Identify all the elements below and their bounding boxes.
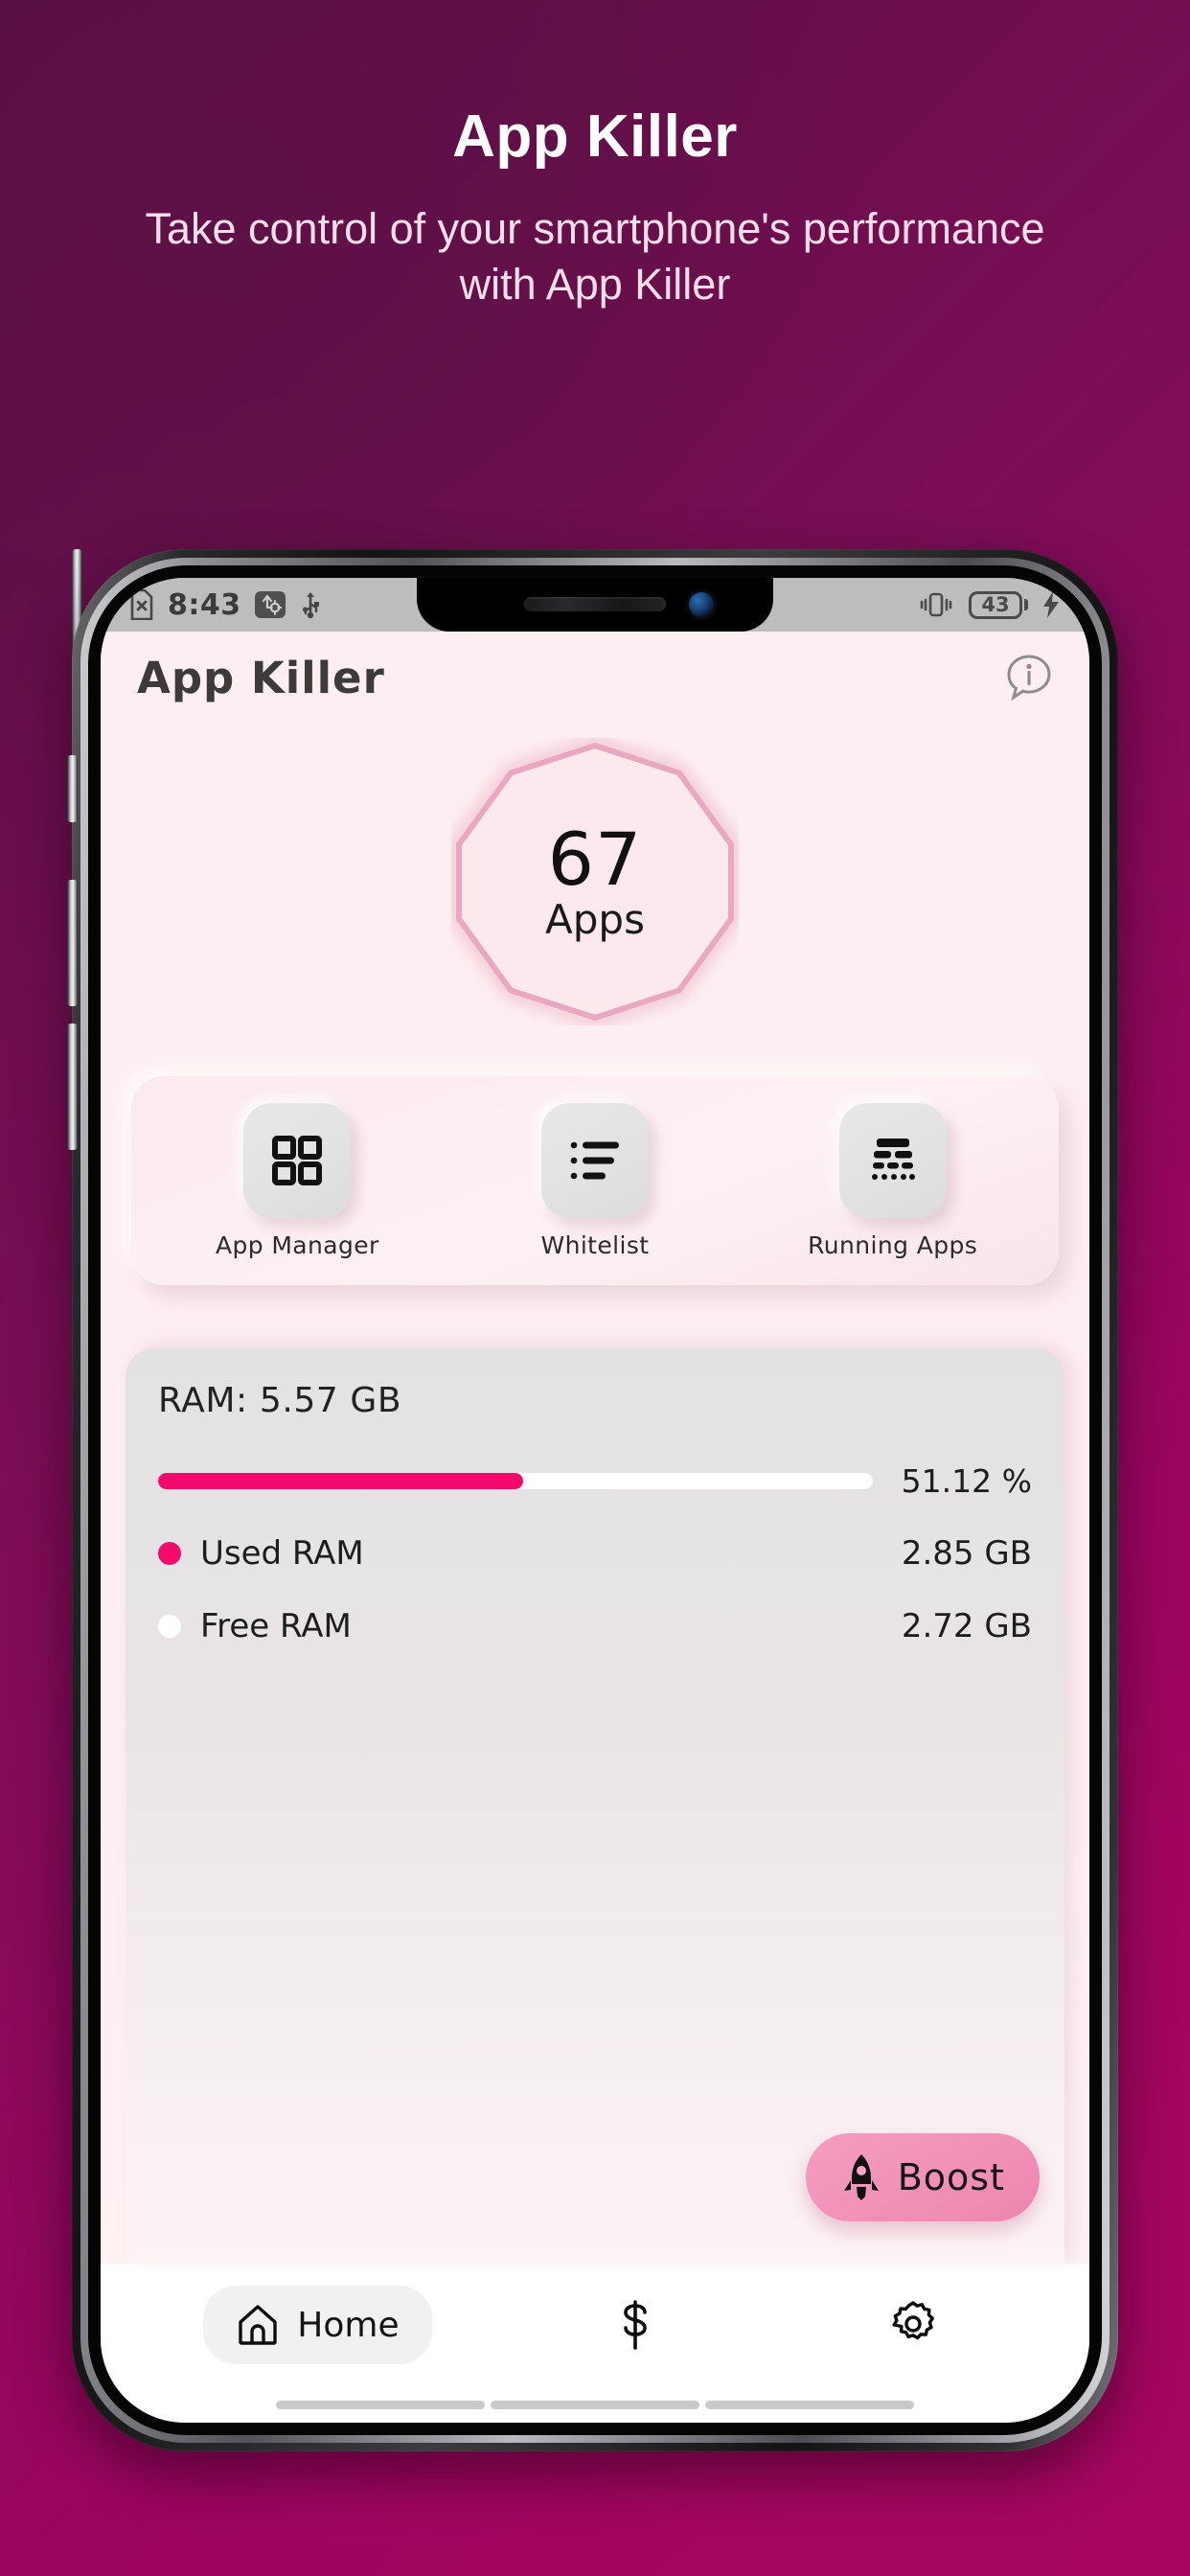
front-camera-icon bbox=[689, 592, 714, 617]
action-label-app-manager: App Manager bbox=[215, 1230, 379, 1259]
app-count-value: 67 bbox=[547, 816, 643, 902]
used-ram-label: Used RAM bbox=[200, 1534, 364, 1573]
nav-bar-home[interactable] bbox=[491, 2400, 699, 2409]
app-count-badge[interactable]: 67 Apps bbox=[451, 738, 739, 1025]
earpiece-speaker bbox=[524, 597, 666, 611]
action-app-manager[interactable]: App Manager bbox=[206, 1102, 388, 1259]
phone-notch bbox=[417, 578, 773, 632]
charging-bolt-icon bbox=[1043, 591, 1059, 618]
action-running-apps[interactable]: Running Apps bbox=[802, 1102, 984, 1259]
no-sim-icon bbox=[130, 589, 153, 620]
volume-up-button[interactable] bbox=[67, 880, 78, 1006]
bullet-list-icon bbox=[570, 1141, 619, 1179]
ram-percent-label: 51.12 % bbox=[901, 1462, 1032, 1500]
ram-progress-track bbox=[158, 1473, 873, 1489]
phone-screen: 8:43 43 App Killer 67 Apps App Manager W… bbox=[101, 578, 1089, 2423]
ram-usage-bar-row: 51.12 % bbox=[158, 1462, 1032, 1500]
quick-actions-card: App Manager Whitelist Running Apps bbox=[131, 1076, 1059, 1285]
usb-debug-icon bbox=[254, 591, 286, 618]
nav-label-home: Home bbox=[297, 2305, 400, 2345]
battery-level-label: 43 bbox=[981, 593, 1010, 616]
nav-item-home[interactable]: Home bbox=[203, 2286, 432, 2364]
action-label-whitelist: Whitelist bbox=[540, 1230, 650, 1259]
ram-row-used: Used RAM 2.85 GB bbox=[158, 1534, 1032, 1573]
ram-row-free: Free RAM 2.72 GB bbox=[158, 1607, 1032, 1645]
action-whitelist[interactable]: Whitelist bbox=[504, 1102, 686, 1259]
whitelist-icon-tile bbox=[540, 1102, 649, 1218]
gear-icon bbox=[892, 2301, 934, 2340]
used-ram-value: 2.85 GB bbox=[901, 1534, 1032, 1573]
promo-title: App Killer bbox=[452, 104, 738, 170]
volume-down-button[interactable] bbox=[67, 1024, 78, 1150]
status-bar-left: 8:43 bbox=[129, 588, 322, 622]
usb-icon bbox=[302, 592, 319, 619]
ram-total-label: RAM: 5.57 GB bbox=[158, 1381, 402, 1420]
android-navigation-bars[interactable] bbox=[101, 2386, 1089, 2423]
nav-item-pricing[interactable] bbox=[584, 2282, 704, 2368]
nav-item-settings[interactable] bbox=[857, 2284, 987, 2366]
battery-icon: 43 bbox=[969, 590, 1028, 619]
info-bubble-icon bbox=[1007, 655, 1051, 702]
app-count-label: Apps bbox=[545, 896, 645, 943]
dollar-icon bbox=[624, 2300, 647, 2350]
used-ram-dot-icon bbox=[158, 1542, 181, 1565]
free-ram-dot-icon bbox=[158, 1615, 181, 1638]
stacked-list-icon bbox=[871, 1138, 915, 1180]
app-counter-section: 67 Apps bbox=[101, 724, 1089, 1040]
nav-bar-back[interactable] bbox=[276, 2400, 485, 2409]
promo-header: App Killer Take control of your smartpho… bbox=[0, 0, 1190, 311]
mute-switch-button[interactable] bbox=[67, 755, 78, 822]
home-icon bbox=[239, 2305, 277, 2345]
action-label-running-apps: Running Apps bbox=[808, 1230, 978, 1259]
app-manager-icon-tile bbox=[243, 1102, 352, 1218]
free-ram-label: Free RAM bbox=[200, 1607, 352, 1645]
info-button[interactable] bbox=[1001, 650, 1057, 705]
ram-card: RAM: 5.57 GB 51.12 % Used RAM 2.85 GB Fr… bbox=[126, 1348, 1064, 2264]
phone-device-mockup: 8:43 43 App Killer 67 Apps App Manager W… bbox=[67, 549, 1118, 2451]
ram-progress-fill bbox=[158, 1473, 524, 1489]
bottom-navigation-bar: Home bbox=[101, 2264, 1089, 2386]
status-bar-time: 8:43 bbox=[168, 587, 241, 622]
nav-bar-recents[interactable] bbox=[705, 2400, 914, 2409]
free-ram-value: 2.72 GB bbox=[901, 1607, 1032, 1645]
app-bar: App Killer bbox=[101, 632, 1089, 724]
rocket-icon bbox=[843, 2154, 879, 2200]
running-apps-icon-tile bbox=[838, 1102, 947, 1218]
promo-subtitle: Take control of your smartphone's perfor… bbox=[145, 204, 1045, 309]
app-title: App Killer bbox=[137, 652, 385, 703]
grid-icon bbox=[272, 1135, 323, 1185]
app-content: App Killer 67 Apps App Manager Whitelist… bbox=[101, 632, 1089, 2423]
vibrate-icon bbox=[920, 592, 952, 617]
boost-button[interactable]: Boost bbox=[805, 2133, 1040, 2221]
status-bar-right: 43 bbox=[917, 590, 1061, 619]
boost-button-label: Boost bbox=[897, 2156, 1005, 2198]
